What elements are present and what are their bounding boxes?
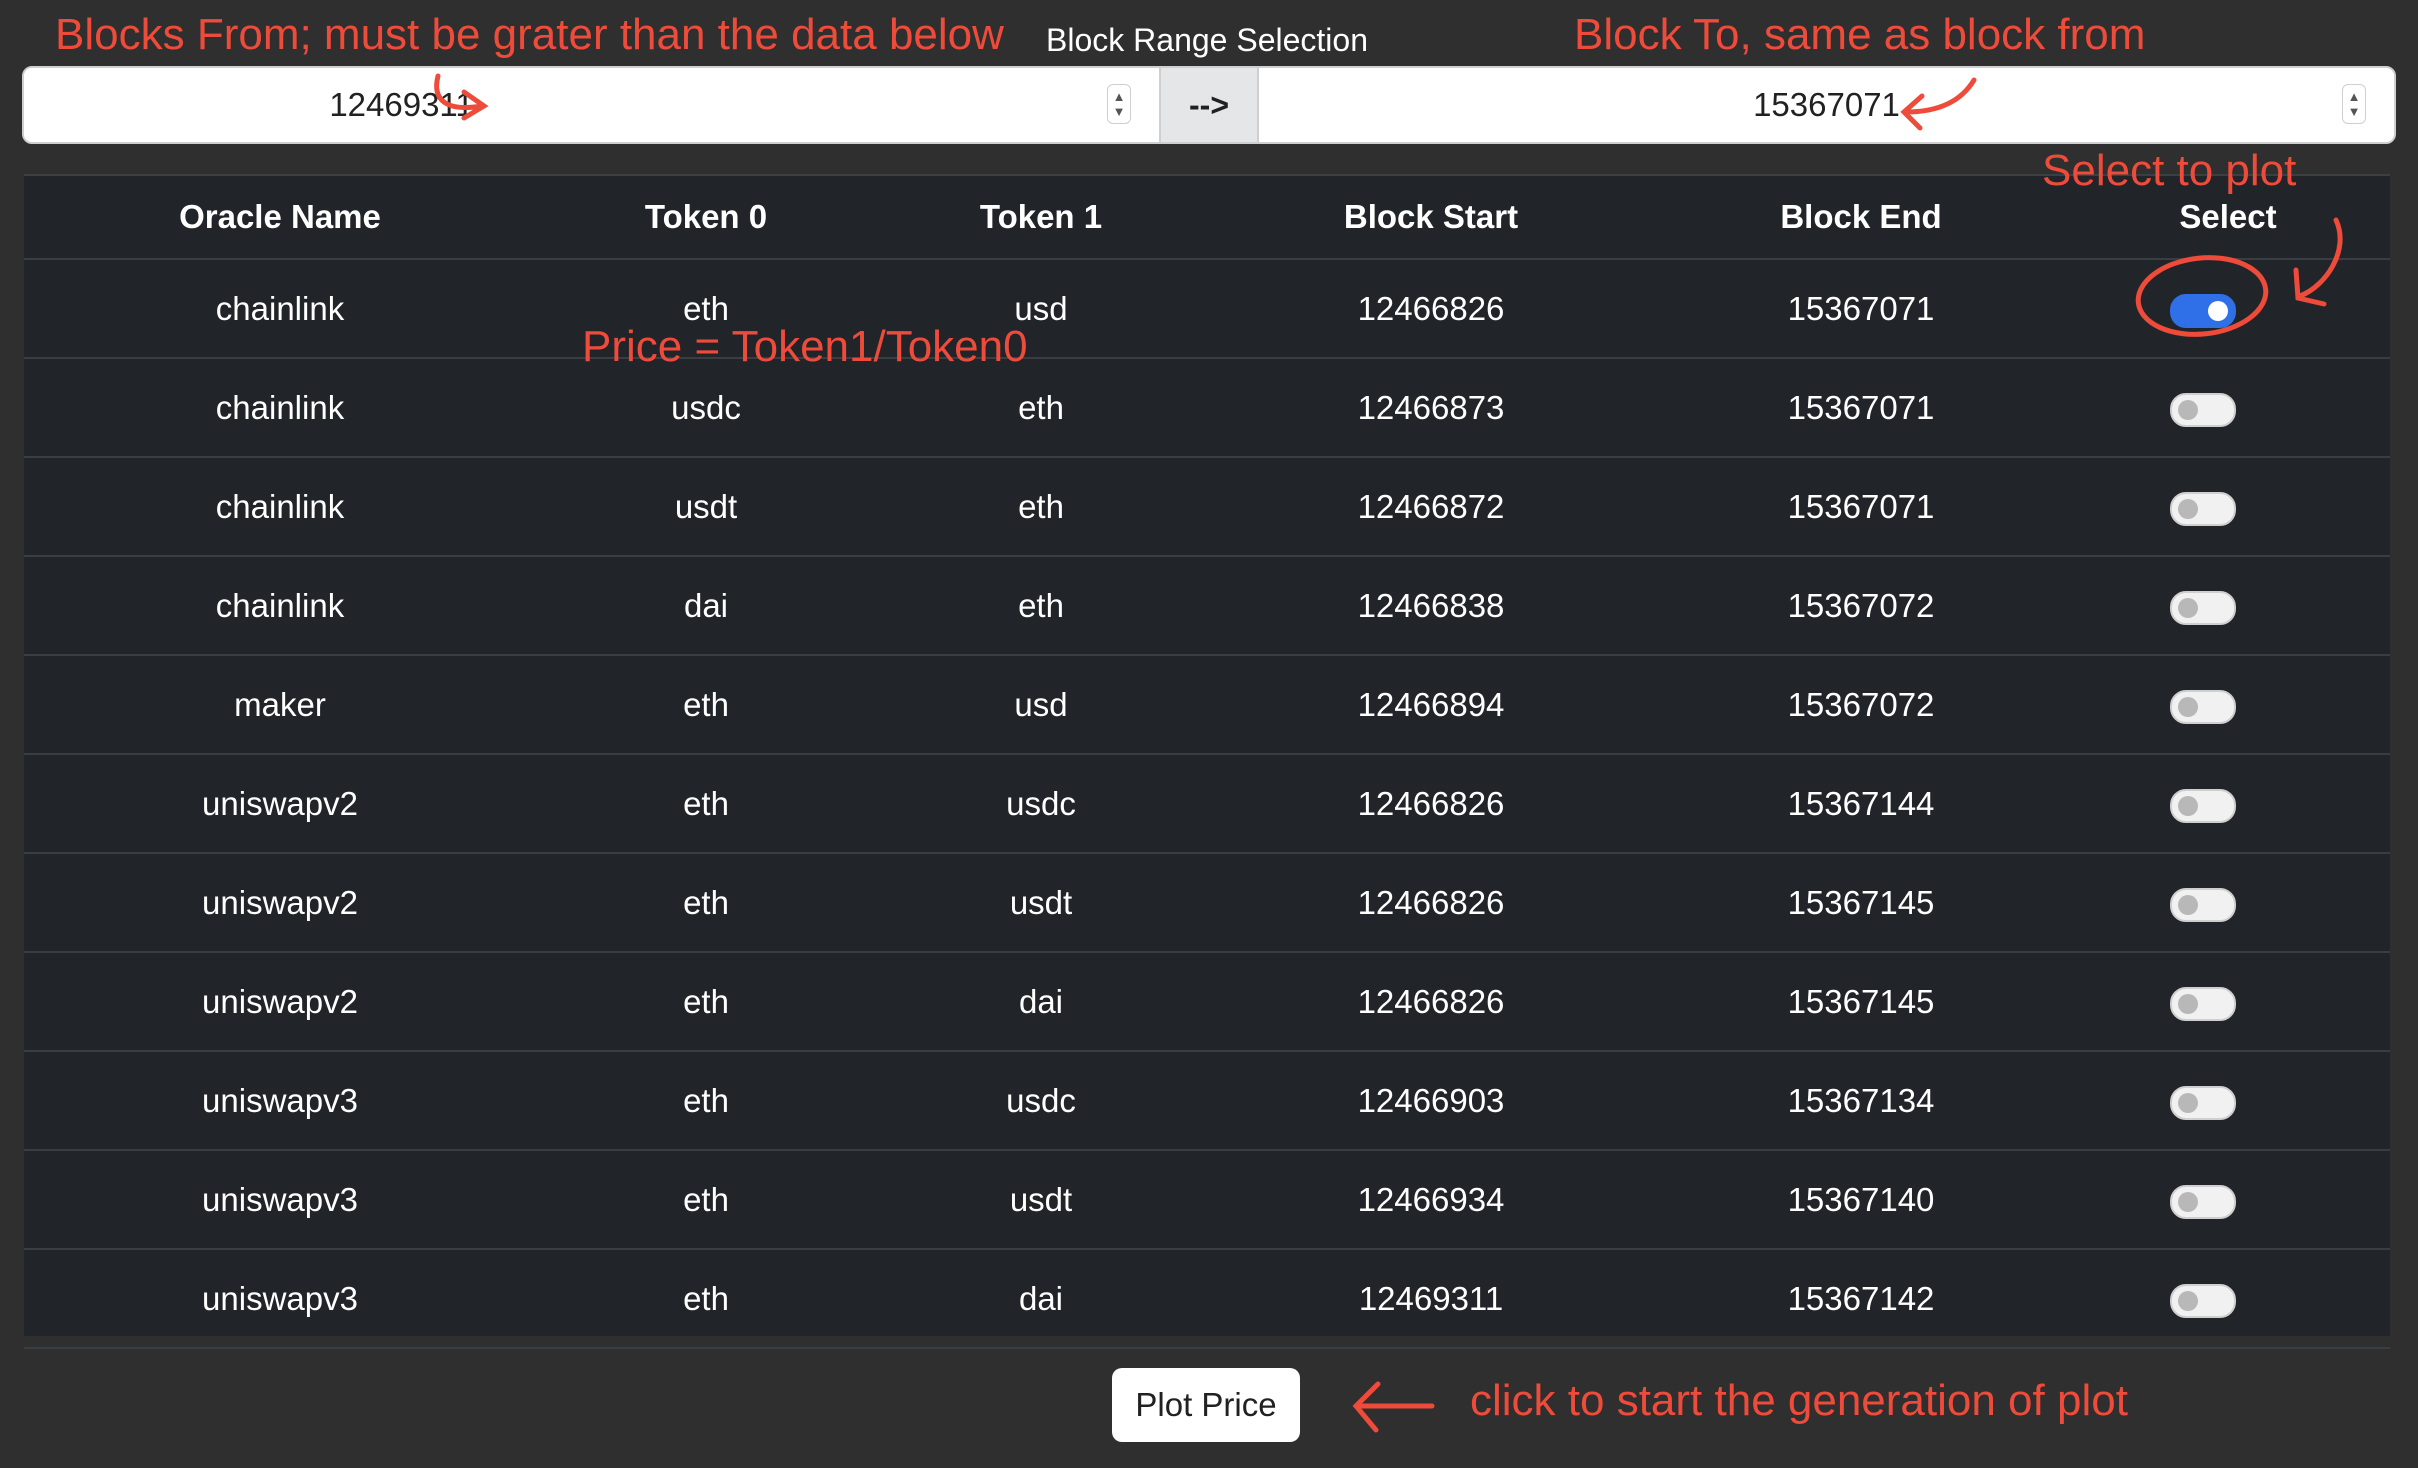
arrow-select-icon [2293, 217, 2343, 307]
arrow-to-icon [1900, 77, 1977, 131]
arrow-plot-icon [1352, 1381, 1435, 1433]
annotation-arrows [434, 73, 2343, 1433]
arrow-from-icon [434, 73, 489, 121]
select-circle-icon [2135, 255, 2269, 337]
